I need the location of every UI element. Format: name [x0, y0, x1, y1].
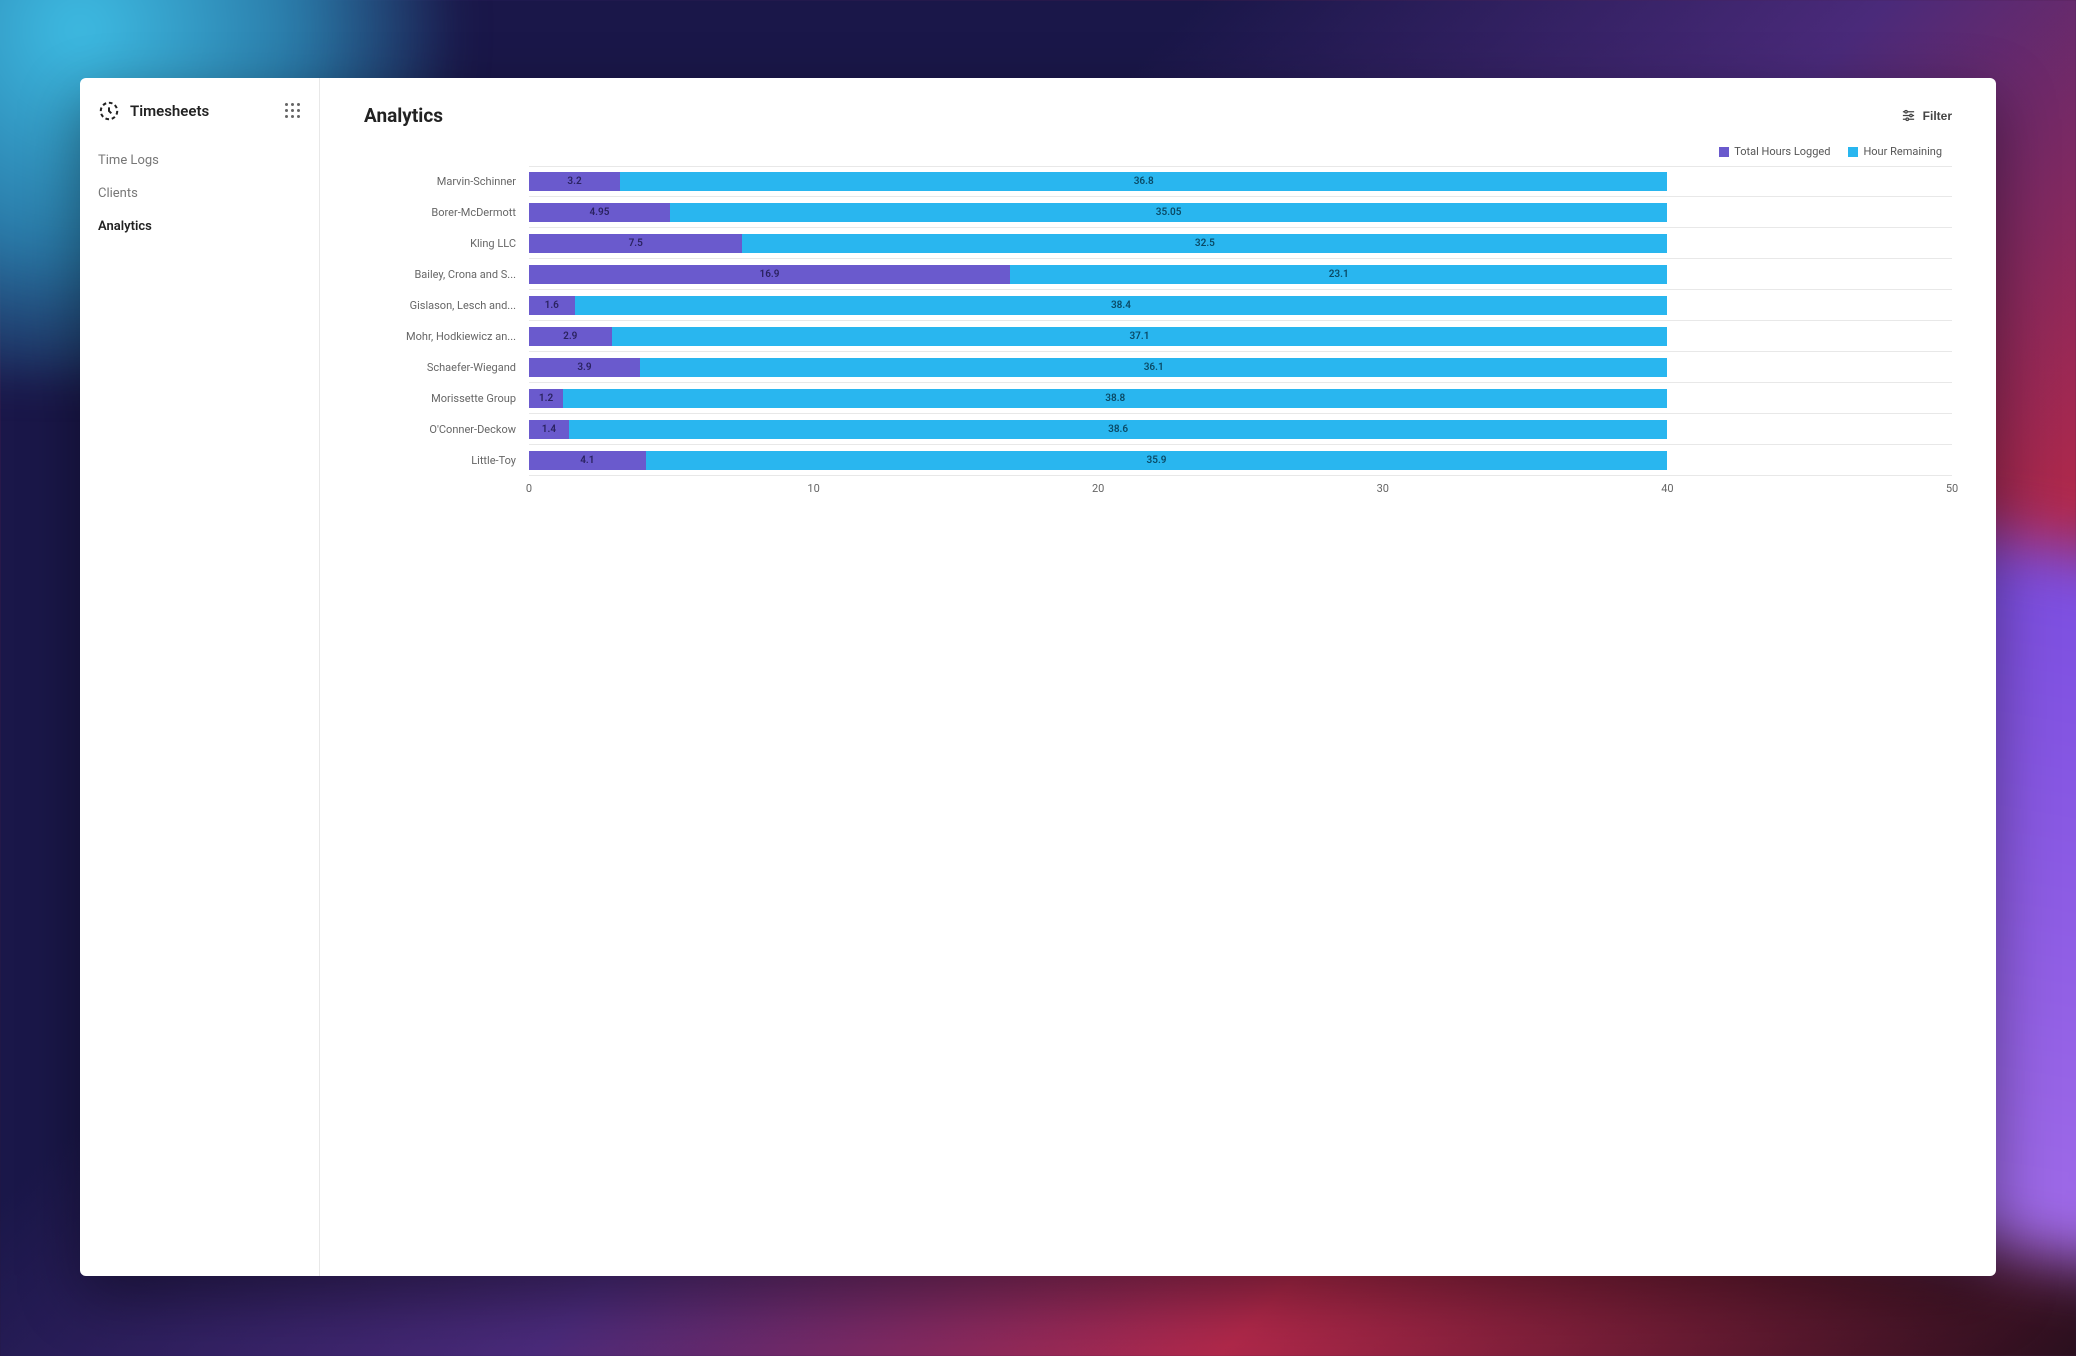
- bar-segment-logged: 1.4: [529, 420, 569, 439]
- bar-segment-logged: 7.5: [529, 234, 742, 253]
- chart-x-axis: 01020304050: [529, 476, 1952, 504]
- chart-bar[interactable]: 2.937.1: [529, 327, 1952, 346]
- bar-segment-remaining: 38.6: [569, 420, 1668, 439]
- chart-row: 7.532.5: [529, 228, 1952, 259]
- chart-x-tick: 10: [807, 482, 819, 495]
- chart-category-label: Morissette Group: [364, 383, 524, 414]
- chart-bar[interactable]: 7.532.5: [529, 234, 1952, 253]
- bar-segment-logged: 16.9: [529, 265, 1010, 284]
- sidebar-item-time-logs[interactable]: Time Logs: [80, 144, 319, 177]
- bar-segment-remaining: 36.1: [640, 358, 1667, 377]
- chart-category-label: Bailey, Crona and S...: [364, 259, 524, 290]
- main-header: Analytics Filter: [364, 104, 1952, 127]
- bar-segment-remaining: 36.8: [620, 172, 1667, 191]
- chart-plot: 3.236.8 4.9535.05 7.532.5 16.923.1 1.638.4 2.…: [529, 166, 1952, 476]
- bar-segment-logged: 1.6: [529, 296, 575, 315]
- sidebar: Timesheets Time Logs Clients Analytics: [80, 78, 320, 1276]
- chart-bar[interactable]: 4.9535.05: [529, 203, 1952, 222]
- chart-category-label: O'Conner-Deckow: [364, 414, 524, 445]
- filter-label: Filter: [1923, 109, 1952, 123]
- chart-x-tick: 30: [1377, 482, 1389, 495]
- bar-segment-logged: 3.9: [529, 358, 640, 377]
- chart-category-label: Borer-McDermott: [364, 197, 524, 228]
- main-content: Analytics Filter Total Hours Logged: [320, 78, 1996, 1276]
- bar-segment-remaining: 32.5: [742, 234, 1667, 253]
- chart-x-tick: 20: [1092, 482, 1104, 495]
- app-title: Timesheets: [130, 102, 275, 120]
- chart-legend: Total Hours Logged Hour Remaining: [364, 145, 1952, 158]
- bar-segment-logged: 2.9: [529, 327, 612, 346]
- chart-category-label: Schaefer-Wiegand: [364, 352, 524, 383]
- bar-segment-logged: 3.2: [529, 172, 620, 191]
- chart-category-label: Little-Toy: [364, 445, 524, 476]
- bar-segment-logged: 4.95: [529, 203, 670, 222]
- sidebar-item-clients[interactable]: Clients: [80, 177, 319, 210]
- legend-label-remaining: Hour Remaining: [1863, 145, 1942, 158]
- chart-row: 1.638.4: [529, 290, 1952, 321]
- chart-bar[interactable]: 1.238.8: [529, 389, 1952, 408]
- chart: Marvin-SchinnerBorer-McDermottKling LLCB…: [364, 166, 1952, 532]
- chart-category-label: Marvin-Schinner: [364, 166, 524, 197]
- legend-item-logged[interactable]: Total Hours Logged: [1719, 145, 1830, 158]
- bar-segment-remaining: 35.9: [646, 451, 1668, 470]
- chart-bar[interactable]: 1.638.4: [529, 296, 1952, 315]
- bar-segment-remaining: 35.05: [670, 203, 1668, 222]
- chart-bar[interactable]: 4.135.9: [529, 451, 1952, 470]
- chart-y-labels: Marvin-SchinnerBorer-McDermottKling LLCB…: [364, 166, 524, 476]
- bar-segment-logged: 4.1: [529, 451, 646, 470]
- chart-x-tick: 50: [1946, 482, 1958, 495]
- chart-row: 4.135.9: [529, 445, 1952, 476]
- apps-grid-icon[interactable]: [285, 103, 301, 119]
- bar-segment-remaining: 38.8: [563, 389, 1667, 408]
- chart-bar[interactable]: 3.236.8: [529, 172, 1952, 191]
- chart-row: 2.937.1: [529, 321, 1952, 352]
- sidebar-nav: Time Logs Clients Analytics: [80, 144, 319, 243]
- bar-segment-remaining: 38.4: [575, 296, 1668, 315]
- page-title: Analytics: [364, 104, 443, 127]
- chart-bar[interactable]: 3.936.1: [529, 358, 1952, 377]
- chart-x-tick: 40: [1661, 482, 1673, 495]
- chart-row: 3.936.1: [529, 352, 1952, 383]
- bar-segment-remaining: 37.1: [612, 327, 1668, 346]
- chart-row: 4.9535.05: [529, 197, 1952, 228]
- legend-swatch-remaining: [1848, 147, 1858, 157]
- bar-segment-logged: 1.2: [529, 389, 563, 408]
- chart-row: 1.438.6: [529, 414, 1952, 445]
- chart-row: 16.923.1: [529, 259, 1952, 290]
- app-window: Timesheets Time Logs Clients Analytics A…: [80, 78, 1996, 1276]
- timesheets-logo-icon: [98, 100, 120, 122]
- legend-item-remaining[interactable]: Hour Remaining: [1848, 145, 1942, 158]
- chart-row: 3.236.8: [529, 166, 1952, 197]
- bar-segment-remaining: 23.1: [1010, 265, 1667, 284]
- chart-bar[interactable]: 1.438.6: [529, 420, 1952, 439]
- legend-label-logged: Total Hours Logged: [1734, 145, 1830, 158]
- chart-category-label: Kling LLC: [364, 228, 524, 259]
- chart-row: 1.238.8: [529, 383, 1952, 414]
- sidebar-header: Timesheets: [80, 94, 319, 144]
- chart-category-label: Gislason, Lesch and...: [364, 290, 524, 321]
- legend-swatch-logged: [1719, 147, 1729, 157]
- chart-bar[interactable]: 16.923.1: [529, 265, 1952, 284]
- sidebar-item-analytics[interactable]: Analytics: [80, 210, 319, 243]
- chart-x-tick: 0: [526, 482, 532, 495]
- filter-icon: [1901, 108, 1916, 123]
- chart-category-label: Mohr, Hodkiewicz an...: [364, 321, 524, 352]
- filter-button[interactable]: Filter: [1901, 108, 1952, 123]
